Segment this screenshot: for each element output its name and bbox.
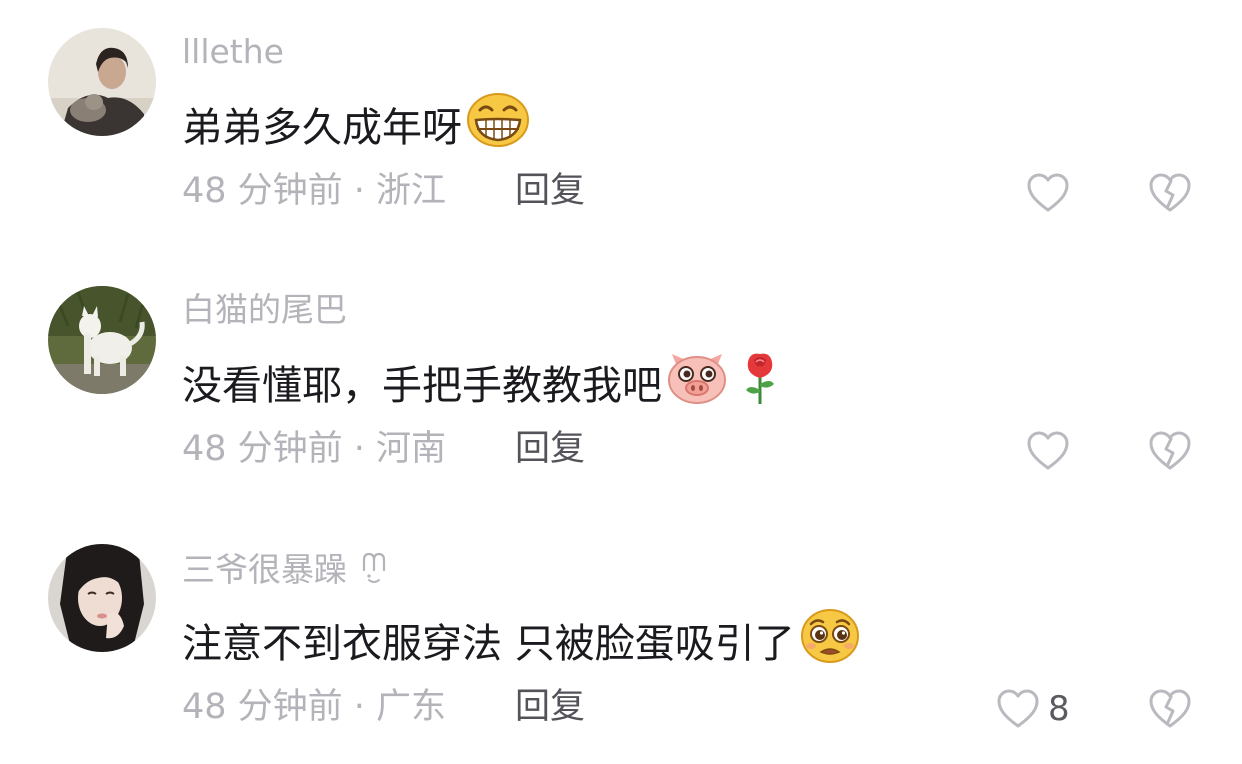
- comment-meta: 48 分钟前 · 河南: [182, 429, 447, 469]
- like-button[interactable]: 8: [996, 688, 1070, 730]
- rose-emoji: [738, 350, 782, 421]
- like-count: 8: [1048, 689, 1070, 729]
- comment-text: 注意不到衣服穿法 只被脸蛋吸引了: [182, 620, 795, 667]
- reply-button[interactable]: 回复: [515, 684, 585, 730]
- reply-button[interactable]: 回复: [515, 168, 585, 214]
- grin-emoji: [466, 92, 530, 163]
- comment-text: 没看懂耶，手把手教教我吧: [182, 362, 662, 409]
- broken-heart-icon: [1149, 431, 1191, 470]
- comment-text-row: 弟弟多久成年呀: [182, 92, 530, 163]
- comment-username[interactable]: 白猫的尾巴: [182, 288, 347, 332]
- heart-icon: [997, 689, 1039, 728]
- broken-heart-icon: [1149, 173, 1191, 212]
- avatar[interactable]: [48, 286, 156, 394]
- comment-item: 三爷很暴躁 注意不到衣服穿法 只被脸蛋吸引了 48 分钟前 · 广东 回复 8: [0, 516, 1242, 756]
- avatar[interactable]: [48, 544, 156, 652]
- comment-username-text: 三爷很暴躁: [182, 550, 347, 589]
- reply-button[interactable]: 回复: [515, 426, 585, 472]
- dislike-button[interactable]: [1148, 430, 1192, 472]
- comment-item: lllethe 弟弟多久成年呀 48 分钟前 · 浙江 回复: [0, 0, 1242, 240]
- nickname-smile-icon: [360, 546, 388, 597]
- heart-icon: [1027, 173, 1069, 212]
- comment-item: 白猫的尾巴 没看懂耶，手把手教教我吧 48 分钟前 · 河南 回复: [0, 258, 1242, 498]
- broken-heart-icon: [1149, 689, 1191, 728]
- pig-emoji: [666, 350, 728, 421]
- dislike-button[interactable]: [1148, 172, 1192, 214]
- comment-text-row: 没看懂耶，手把手教教我吧: [182, 350, 782, 421]
- pleading-emoji: [799, 608, 861, 679]
- heart-icon: [1027, 431, 1069, 470]
- comment-meta: 48 分钟前 · 浙江: [182, 171, 447, 211]
- comment-username[interactable]: lllethe: [182, 30, 284, 74]
- comment-meta: 48 分钟前 · 广东: [182, 687, 447, 727]
- comment-text: 弟弟多久成年呀: [182, 104, 462, 151]
- comment-username[interactable]: 三爷很暴躁: [182, 546, 388, 597]
- dislike-button[interactable]: [1148, 688, 1192, 730]
- comment-text-row: 注意不到衣服穿法 只被脸蛋吸引了: [182, 608, 861, 679]
- like-button[interactable]: [1026, 172, 1078, 214]
- like-button[interactable]: [1026, 430, 1078, 472]
- avatar[interactable]: [48, 28, 156, 136]
